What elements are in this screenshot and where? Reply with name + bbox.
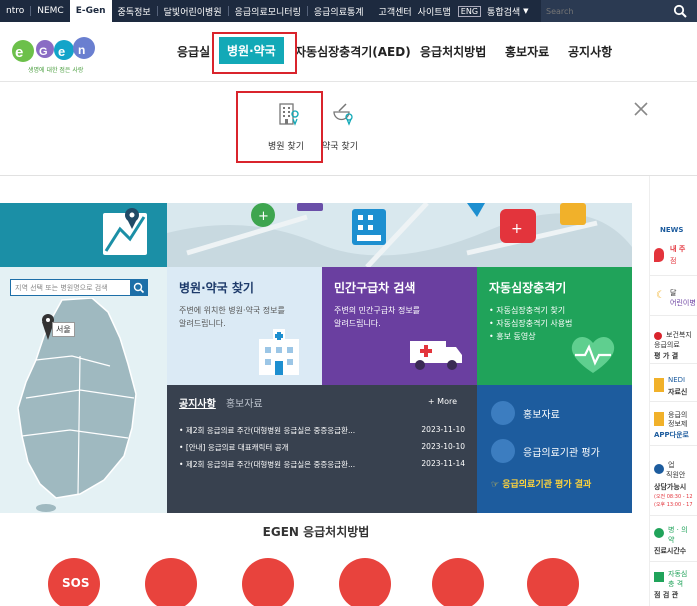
main-content: 지역 선택 또는 병원명으로 검색 서울 + + 병원·약국 찾기 주변에 위치… xyxy=(0,203,697,606)
top-link-monitoring[interactable]: 응급의료모니터링 xyxy=(229,0,307,22)
tile-private-ambulance[interactable]: 민간구급차 검색 주변의 민간구급차 정보를 알려드립니다. xyxy=(322,267,477,385)
hero-map-illustration: + + xyxy=(167,203,632,267)
notice-row[interactable]: • 제2회 응급의료 주간(대형병원 응급실은 중증응급환... 2023-11-… xyxy=(179,459,465,470)
map-city-label: 서울 xyxy=(52,322,75,337)
chat-icon xyxy=(654,464,664,474)
top-link-poison-info[interactable]: 중독정보 xyxy=(112,0,157,22)
right-banner-app-download[interactable]: 응급의 정보제 APP다운로 xyxy=(650,406,697,446)
top-utility-bar: ntro NEMC E-Gen 중독정보 달빛어린이병원 응급의료모니터링 응급… xyxy=(0,0,697,22)
aed-link-usage[interactable]: • 자동심장충격기 사용법 xyxy=(489,317,620,330)
korea-map[interactable] xyxy=(0,298,167,513)
notice-panel: 공지사항 홍보자료 + More • 제2회 응급의료 주간(대형병원 응급실은… xyxy=(167,385,477,513)
top-link-intro[interactable]: ntro xyxy=(0,0,30,22)
highlight-box-submenu xyxy=(236,91,323,163)
hands-heart-icon[interactable] xyxy=(339,558,391,606)
medical-box-icon[interactable] xyxy=(527,558,579,606)
top-link-statistics[interactable]: 응급의료통계 xyxy=(308,0,370,22)
tile-title: 자동심장충격기 xyxy=(489,281,567,295)
caret-down-icon: ▼ xyxy=(523,7,529,15)
highlight-box-nav xyxy=(212,32,297,74)
quick-link-evaluation[interactable]: 응급의료기관 평가 xyxy=(491,439,600,463)
language-eng-button[interactable]: ENG xyxy=(457,5,482,17)
top-link-sitemap[interactable]: 사이트맵 xyxy=(415,0,454,22)
submenu-find-pharmacy[interactable]: 약국 찾기 xyxy=(322,139,358,152)
search-icon[interactable] xyxy=(673,4,687,18)
svg-text:+: + xyxy=(258,209,269,224)
first-aid-section-title: EGEN 응급처치방법 xyxy=(262,525,370,539)
notice-row[interactable]: • 제2회 응급의료 주간(대형병원 응급실은 중증응급환... 2023-11-… xyxy=(179,425,465,436)
video-icon xyxy=(491,401,515,425)
map-search-button[interactable] xyxy=(130,279,148,296)
nav-notice[interactable]: 공지사항 xyxy=(568,43,612,60)
quick-link-evaluation-result[interactable]: ☞ 응급의료기관 평가 결과 xyxy=(491,477,591,490)
right-banner-nedis[interactable]: NEDI 자료신 xyxy=(650,370,697,402)
main-header: e G e n 생명에 대한 점은 사랑 응급실 병원·약국 자동심장충격기(A… xyxy=(0,22,697,82)
tile-hospital-pharmacy[interactable]: 병원·약국 찾기 주변에 위치한 병원·약국 정보를 알려드립니다. xyxy=(167,267,322,385)
tile-aed[interactable]: 자동심장충격기 • 자동심장충격기 찾기 • 자동심장충격기 사용법 • 홍보 … xyxy=(477,267,632,385)
map-pin-icon xyxy=(103,208,147,255)
global-search-input[interactable] xyxy=(541,6,651,16)
plus-circle-icon xyxy=(654,528,664,538)
nav-emergency-room[interactable]: 응급실 xyxy=(177,43,210,60)
search-icon xyxy=(133,282,145,294)
notice-row[interactable]: • [안내] 응급의료 대표캐릭터 공개 2023-10-10 xyxy=(179,442,465,453)
right-banner-aed-inspection[interactable]: 자동심 충 격 점 검 관 xyxy=(650,566,697,606)
aed-link-find[interactable]: • 자동심장충격기 찾기 xyxy=(489,304,620,317)
aed-box-icon xyxy=(654,572,664,582)
tab-promotion[interactable]: 홍보자료 xyxy=(226,395,263,410)
close-icon[interactable] xyxy=(632,100,650,118)
main-nav: 응급실 병원·약국 자동심장충격기(AED) 응급처치방법 홍보자료 공지사항 xyxy=(0,22,697,82)
ambulance-icon xyxy=(410,341,462,370)
tab-notice[interactable]: 공지사항 xyxy=(179,395,216,410)
top-link-egen[interactable]: E-Gen xyxy=(69,0,112,22)
tile-desc-line1: 주변의 민간구급차 정보를 xyxy=(334,306,421,315)
tile-title: 병원·약국 찾기 xyxy=(179,281,254,295)
top-link-moonlight-hospital[interactable]: 달빛어린이병원 xyxy=(158,0,228,22)
map-search-input[interactable]: 지역 선택 또는 병원명으로 검색 xyxy=(10,279,148,296)
pill-icon[interactable] xyxy=(242,558,294,606)
map-banner xyxy=(0,203,167,267)
svg-text:+: + xyxy=(511,221,523,237)
folder-icon xyxy=(654,378,664,392)
submenu-dropdown: 병원 찾기 약국 찾기 xyxy=(0,82,697,176)
right-banner-nearby[interactable]: 내 주 점 xyxy=(650,236,697,276)
top-right-links: 고객센터 사이트맵 ENG 통합검색 ▼ xyxy=(376,0,531,22)
document-icon xyxy=(491,439,515,463)
nav-aed[interactable]: 자동심장충격기(AED) xyxy=(295,43,411,60)
right-quick-sidebar: NEWS 내 주 점 ☾ 달 어린이병 보건복지 응급의료 평 가 결 NEDI… xyxy=(649,176,697,606)
region-map-panel: 지역 선택 또는 병원명으로 검색 서울 xyxy=(0,203,167,513)
quick-links-panel: 홍보자료 응급의료기관 평가 ☞ 응급의료기관 평가 결과 xyxy=(477,385,632,513)
right-banner-clinic-hours[interactable]: 병 · 의 약 진료시간수 xyxy=(650,522,697,562)
notice-more-link[interactable]: + More xyxy=(428,397,457,406)
hospital-icon xyxy=(259,329,299,375)
tile-desc-line2: 알려드립니다. xyxy=(334,319,381,328)
sos-icon[interactable]: SOS xyxy=(48,558,100,606)
global-search-box xyxy=(541,0,697,22)
right-banner-moonlight[interactable]: ☾ 달 어린이병 xyxy=(650,280,697,316)
right-banner-evaluation[interactable]: 보건복지 응급의료 평 가 결 xyxy=(650,324,697,364)
nav-first-aid[interactable]: 응급처치방법 xyxy=(420,43,486,60)
heart-pulse-icon xyxy=(571,337,615,373)
tile-title: 민간구급차 검색 xyxy=(334,281,416,295)
insect-bite-icon[interactable] xyxy=(432,558,484,606)
search-scope-select[interactable]: 통합검색 ▼ xyxy=(485,0,531,22)
right-banner-consultation[interactable]: 업 직원안 상담가능시 (오전 08:30 - 12 (오후 13:00 - 1… xyxy=(650,458,697,516)
top-link-customer-center[interactable]: 고객센터 xyxy=(376,0,415,22)
hero-illustration: + + xyxy=(167,203,632,267)
top-link-nemc[interactable]: NEMC xyxy=(31,0,69,22)
tile-desc-line1: 주변에 위치한 병원·약국 정보를 xyxy=(179,306,285,315)
taeguk-icon xyxy=(654,332,662,340)
first-aid-kit-icon[interactable] xyxy=(145,558,197,606)
phone-icon xyxy=(654,412,664,426)
quick-link-promo-materials[interactable]: 홍보자료 xyxy=(491,401,560,425)
nav-promotion[interactable]: 홍보자료 xyxy=(505,43,549,60)
location-pin-icon xyxy=(654,248,664,262)
pharmacy-mortar-icon xyxy=(333,103,353,126)
moon-icon: ☾ xyxy=(656,290,665,301)
